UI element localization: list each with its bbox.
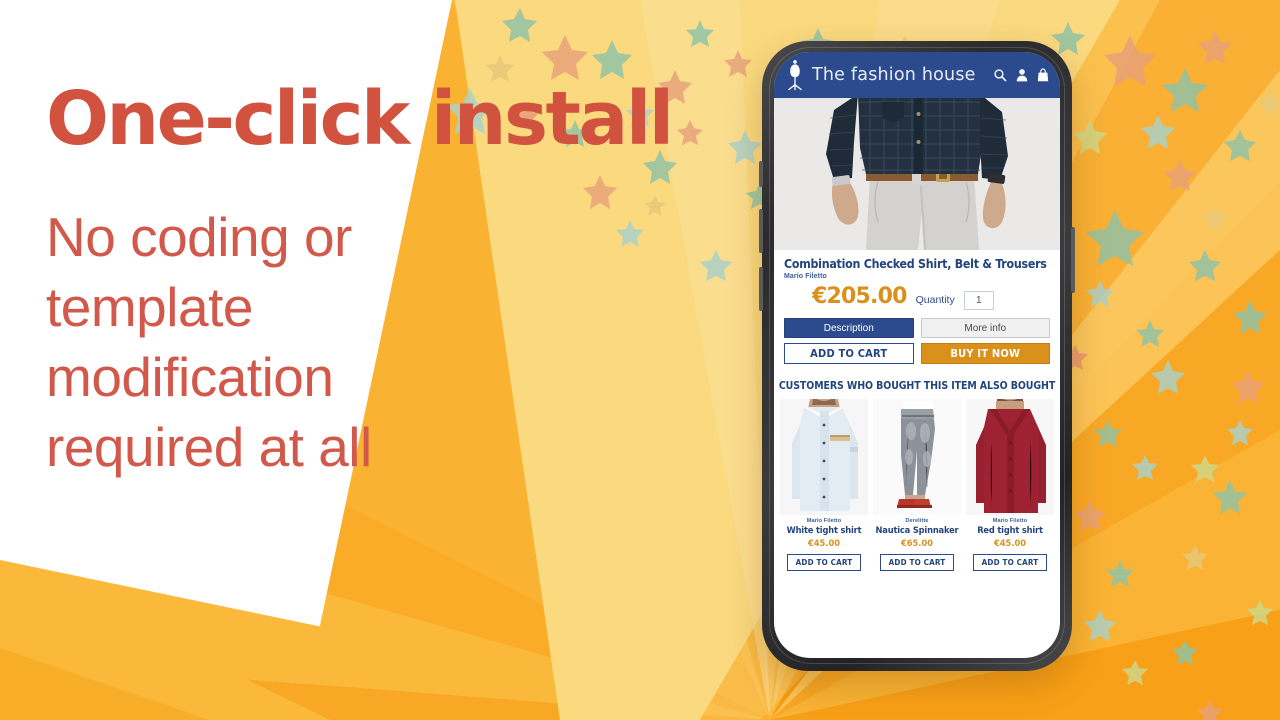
app-header: The fashion house — [774, 52, 1060, 98]
related-product-image[interactable] — [780, 399, 868, 516]
add-to-cart-button[interactable]: ADD TO CART — [784, 343, 914, 365]
related-product-image[interactable] — [966, 399, 1054, 516]
phone-power-button — [1071, 227, 1075, 293]
quantity-label: Quantity — [915, 294, 955, 307]
promo-subline-2: template — [46, 275, 253, 338]
product-price: €205.00 — [812, 284, 907, 310]
user-icon[interactable] — [1016, 68, 1028, 82]
shop-name: The fashion house — [812, 65, 976, 85]
related-product-brand: Mario Filetto — [992, 518, 1028, 525]
related-product-image[interactable] — [873, 399, 961, 516]
red-shirt-illustration — [966, 399, 1054, 516]
promo-copy: One-click install No coding or template … — [46, 76, 674, 482]
promo-banner: One-click install No coding or template … — [0, 0, 1280, 720]
product-info: Combination Checked Shirt, Belt & Trouse… — [774, 250, 1060, 311]
price-row: €205.00 Quantity 1 — [784, 284, 1050, 311]
buy-it-now-button[interactable]: BUY IT NOW — [920, 343, 1050, 365]
product-title: Combination Checked Shirt, Belt & Trouse… — [784, 257, 1047, 271]
related-product-brand: Derelitte — [905, 518, 929, 525]
product-image-illustration — [774, 98, 1060, 250]
promo-headline: One-click install — [46, 76, 674, 162]
phone-screen: The fashion house Combination Checked Sh… — [774, 52, 1060, 658]
grey-jeans-illustration — [873, 399, 961, 516]
search-icon[interactable] — [993, 68, 1007, 82]
related-add-to-cart-button[interactable]: ADD TO CART — [880, 554, 954, 572]
quantity-input[interactable]: 1 — [963, 291, 994, 311]
related-product-brand: Mario Filetto — [806, 518, 842, 525]
product-actions: ADD TO CART BUY IT NOW — [774, 338, 1060, 365]
tab-more-info[interactable]: More info — [920, 318, 1050, 339]
product-image[interactable] — [774, 98, 1060, 250]
phone-volume-up-button — [759, 209, 763, 253]
related-product-name: Nautica Spinnaker — [875, 525, 959, 537]
related-product-card[interactable]: Mario Filetto White tight shirt €45.00 A… — [780, 399, 868, 572]
related-product-price: €45.00 — [994, 538, 1026, 550]
header-icon-group — [993, 68, 1049, 82]
related-products-grid: Mario Filetto White tight shirt €45.00 A… — [774, 399, 1060, 572]
promo-subcopy: No coding or template modification requi… — [46, 203, 606, 482]
related-product-price: €45.00 — [808, 538, 840, 550]
phone-mute-button — [759, 161, 763, 187]
shopping-bag-icon[interactable] — [1037, 68, 1049, 82]
related-products-heading: CUSTOMERS WHO BOUGHT THIS ITEM ALSO BOUG… — [778, 380, 1056, 393]
related-product-card[interactable]: Derelitte Nautica Spinnaker €65.00 ADD T… — [873, 399, 961, 572]
white-shirt-illustration — [780, 399, 868, 516]
related-add-to-cart-button[interactable]: ADD TO CART — [787, 554, 861, 572]
related-add-to-cart-button[interactable]: ADD TO CART — [973, 554, 1047, 572]
mannequin-icon — [788, 60, 802, 91]
related-product-price: €65.00 — [901, 538, 933, 550]
promo-subline-4: required at all — [46, 415, 372, 478]
related-product-card[interactable]: Mario Filetto Red tight shirt €45.00 ADD… — [966, 399, 1054, 572]
related-product-name: Red tight shirt — [977, 525, 1043, 537]
related-product-name: White tight shirt — [786, 525, 862, 537]
product-brand: Mario Filetto — [784, 273, 827, 281]
phone-mockup: The fashion house Combination Checked Sh… — [759, 41, 1075, 671]
product-tabs: Description More info — [774, 310, 1060, 339]
tab-description[interactable]: Description — [784, 318, 914, 339]
promo-subline-3: modification — [46, 345, 334, 408]
promo-subline-1: No coding or — [46, 206, 352, 269]
phone-volume-down-button — [759, 267, 763, 311]
